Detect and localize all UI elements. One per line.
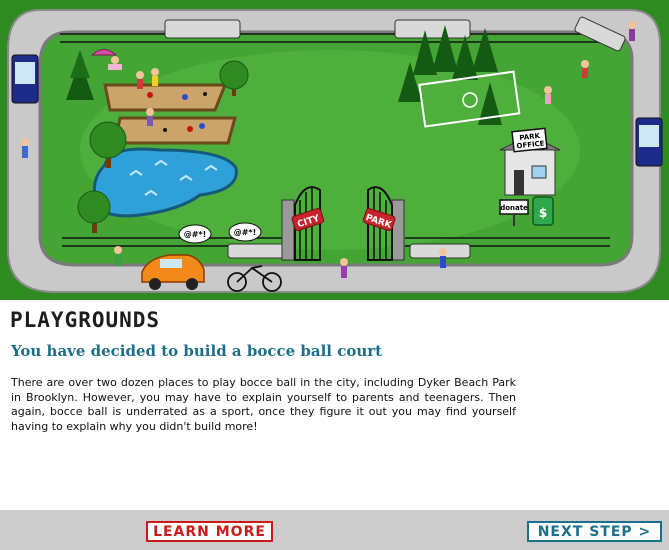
donation-box-symbol: $	[539, 206, 547, 220]
bus-left	[11, 54, 39, 104]
bocce-court-1	[103, 83, 228, 112]
curse-bubble-2: @#*!	[228, 222, 262, 242]
curse-bubble-1-text: @#*!	[184, 230, 207, 239]
park-scene: PARK OFFICE donate $ CITY PARK @#*! @#*!	[0, 0, 669, 300]
curse-bubble-1: @#*!	[178, 224, 212, 244]
learn-more-button[interactable]: LEARN MORE	[146, 521, 273, 542]
park-illustration: PARK OFFICE donate $ CITY PARK @#*! @#*!	[0, 0, 669, 300]
description-text: There are over two dozen places to play …	[11, 376, 516, 433]
info-panel: PLAYGROUNDS You have decided to build a …	[0, 300, 669, 510]
footer-bar: LEARN MORE NEXT STEP >	[0, 510, 669, 550]
bus-right	[635, 117, 663, 167]
donation-box: $	[532, 196, 554, 226]
decision-subtitle: You have decided to build a bocce ball c…	[11, 342, 383, 360]
page-title: PLAYGROUNDS	[10, 308, 161, 332]
curse-bubble-2-text: @#*!	[234, 228, 257, 237]
next-step-button[interactable]: NEXT STEP >	[527, 521, 662, 542]
donate-sign-text: donate	[500, 204, 528, 212]
bocce-court-2	[113, 116, 237, 145]
